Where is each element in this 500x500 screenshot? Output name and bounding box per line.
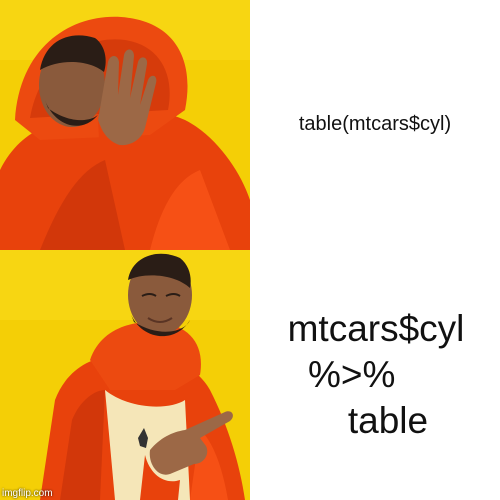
top-photo-panel [0,0,250,250]
bottom-caption-line-2: %>% [308,354,396,395]
top-caption: table(mtcars$cyl) [298,113,452,135]
bottom-caption-line-1: mtcars$cyl [287,308,465,349]
bottom-caption: mtcars$cyl %>% table [250,306,500,444]
disapproving-man-illustration [0,0,250,250]
approving-man-illustration [0,250,250,500]
watermark-text: imgflip.com [2,488,53,499]
top-caption-cell: table(mtcars$cyl) [250,0,500,250]
bottom-photo-panel: imgflip.com [0,250,250,500]
bottom-caption-cell: mtcars$cyl %>% table [250,250,500,500]
bottom-caption-line-3: table [347,400,429,441]
meme-canvas: table(mtcars$cyl) imgflip.com mtcars$cyl… [0,0,500,500]
